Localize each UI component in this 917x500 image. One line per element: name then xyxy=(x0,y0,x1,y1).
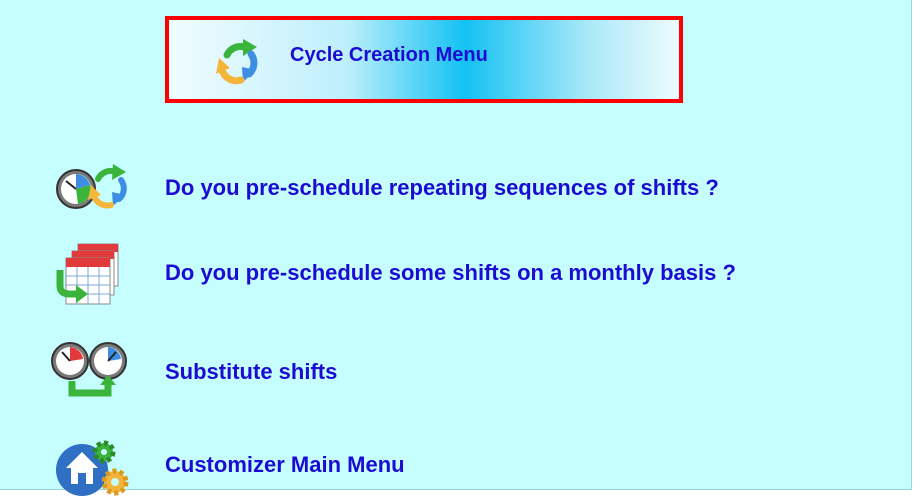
calendar-stack-icon xyxy=(56,243,119,305)
menu-item-repeating-sequences[interactable]: Do you pre-schedule repeating sequences … xyxy=(48,153,908,223)
recycle-arrows-icon xyxy=(216,39,258,85)
menu-item-label: Substitute shifts xyxy=(165,359,338,384)
menu-panel: Cycle Creation Menu Do you pre-schedule … xyxy=(0,0,912,496)
menu-item-customizer-main-menu[interactable]: Customizer Main Menu xyxy=(48,430,908,500)
menu-item-label: Do you pre-schedule repeating sequences … xyxy=(165,175,719,200)
clock-cycle-icon xyxy=(56,164,127,209)
home-gears-icon xyxy=(56,440,129,496)
menu-item-label: Customizer Main Menu xyxy=(165,452,405,477)
cycle-creation-menu-header: Cycle Creation Menu xyxy=(165,16,683,103)
menu-item-substitute-shifts[interactable]: Substitute shifts xyxy=(48,337,908,407)
clock-swap-icon xyxy=(51,342,127,397)
menu-item-label: Do you pre-schedule some shifts on a mon… xyxy=(165,260,736,285)
menu-item-monthly-basis[interactable]: Do you pre-schedule some shifts on a mon… xyxy=(48,238,908,308)
page-title: Cycle Creation Menu xyxy=(290,44,488,66)
